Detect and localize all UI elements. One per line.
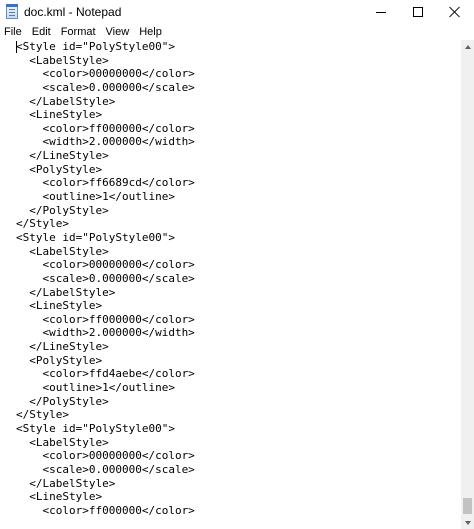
document-line: <LineStyle> bbox=[16, 108, 103, 122]
maximize-icon bbox=[413, 7, 423, 17]
document-line: <Style id="PolyStyle00"> bbox=[16, 421, 175, 435]
document-line: <width>2.000000</width> bbox=[16, 135, 195, 149]
document-line: <color>00000000</color> bbox=[16, 449, 195, 463]
document-line: </Style> bbox=[16, 408, 69, 422]
document-line: <scale>0.000000</scale> bbox=[16, 462, 195, 476]
document-line: </LabelStyle> bbox=[16, 94, 116, 108]
scroll-down-button[interactable] bbox=[461, 516, 474, 529]
document-text: <Style id="PolyStyle00"> <LabelStyle> <c… bbox=[16, 40, 195, 517]
document-line: <LineStyle> bbox=[16, 490, 103, 504]
document-line: <scale>0.000000</scale> bbox=[16, 80, 195, 94]
document-line: <LineStyle> bbox=[16, 299, 103, 313]
document-line: <color>ff000000</color> bbox=[16, 503, 195, 517]
close-button[interactable] bbox=[432, 0, 474, 24]
document-line: <width>2.000000</width> bbox=[16, 326, 195, 340]
document-line: <PolyStyle> bbox=[16, 353, 103, 367]
document-line: <LabelStyle> bbox=[16, 53, 109, 67]
arrow-down-icon bbox=[464, 520, 471, 525]
document-line: <outline>1</outline> bbox=[16, 190, 175, 204]
document-line: <outline>1</outline> bbox=[16, 381, 175, 395]
window-title: doc.kml - Notepad bbox=[24, 5, 122, 19]
minimize-icon bbox=[376, 11, 386, 13]
document-line: </PolyStyle> bbox=[16, 203, 109, 217]
arrow-up-icon bbox=[464, 44, 471, 49]
document-line: </Style> bbox=[16, 217, 69, 231]
document-line: <PolyStyle> bbox=[16, 162, 103, 176]
document-line: </LabelStyle> bbox=[16, 476, 116, 490]
menu-format[interactable]: Format bbox=[56, 24, 101, 40]
text-caret bbox=[16, 41, 17, 53]
scroll-up-button[interactable] bbox=[461, 40, 474, 53]
menu-view[interactable]: View bbox=[101, 24, 135, 40]
vertical-scrollbar[interactable] bbox=[461, 40, 474, 529]
document-line: <color>ff000000</color> bbox=[16, 121, 195, 135]
document-line: <LabelStyle> bbox=[16, 244, 109, 258]
document-line: </LineStyle> bbox=[16, 149, 109, 163]
scroll-thumb[interactable] bbox=[463, 498, 472, 514]
menu-bar: File Edit Format View Help bbox=[0, 24, 474, 40]
notepad-icon bbox=[6, 4, 18, 19]
document-line: <color>ff000000</color> bbox=[16, 312, 195, 326]
document-line: <color>00000000</color> bbox=[16, 67, 195, 81]
title-bar[interactable]: doc.kml - Notepad bbox=[0, 0, 474, 24]
document-line: </PolyStyle> bbox=[16, 394, 109, 408]
document-line: <color>00000000</color> bbox=[16, 258, 195, 272]
menu-file[interactable]: File bbox=[0, 24, 27, 40]
document-line: <scale>0.000000</scale> bbox=[16, 271, 195, 285]
document-line: </LineStyle> bbox=[16, 340, 109, 354]
menu-help[interactable]: Help bbox=[134, 24, 167, 40]
document-line: <Style id="PolyStyle00"> bbox=[16, 230, 175, 244]
document-line: <color>ffd4aebe</color> bbox=[16, 367, 195, 381]
document-line: <LabelStyle> bbox=[16, 435, 109, 449]
document-line: <color>ff6689cd</color> bbox=[16, 176, 195, 190]
close-icon bbox=[449, 6, 461, 18]
document-line: <Style id="PolyStyle00"> bbox=[16, 40, 175, 53]
text-editor[interactable]: <Style id="PolyStyle00"> <LabelStyle> <c… bbox=[0, 40, 461, 529]
menu-edit[interactable]: Edit bbox=[27, 24, 56, 40]
document-line: </LabelStyle> bbox=[16, 285, 116, 299]
